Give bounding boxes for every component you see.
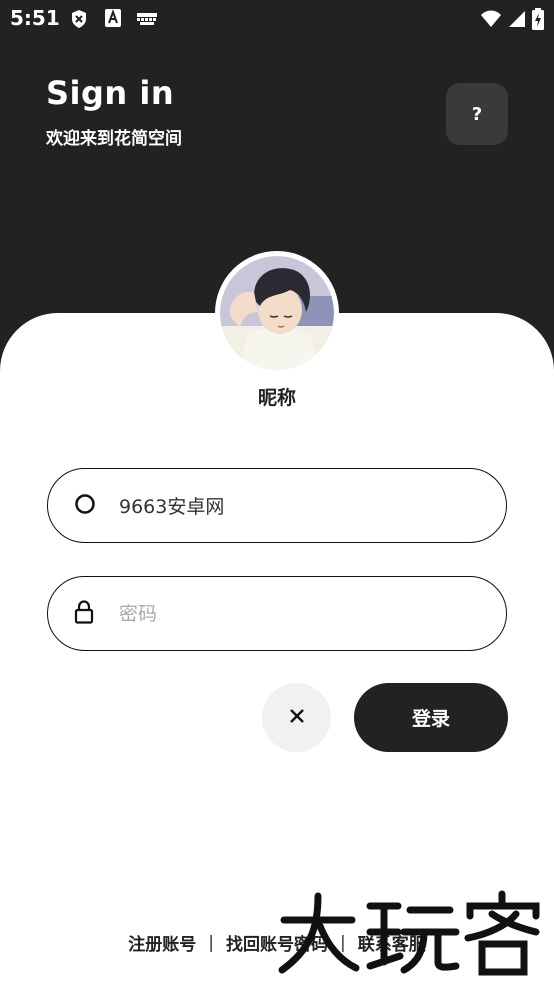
shield-x-icon <box>70 9 88 33</box>
avatar-illustration <box>220 256 334 370</box>
font-a-icon <box>105 9 121 31</box>
username-field[interactable] <box>47 468 507 543</box>
username-input[interactable] <box>119 494 482 517</box>
status-bar: 5:51 <box>0 0 554 38</box>
wifi-icon <box>480 10 502 32</box>
page-subtitle: 欢迎来到花简空间 <box>46 129 182 149</box>
password-input[interactable] <box>119 602 482 625</box>
register-link[interactable]: 注册账号 <box>128 930 196 955</box>
battery-charging-icon <box>532 8 544 34</box>
keyboard-icon <box>137 12 157 31</box>
login-button[interactable]: 登录 <box>354 683 508 752</box>
watermark-logo <box>270 888 554 982</box>
password-field[interactable] <box>47 576 507 651</box>
nickname-label: 昵称 <box>257 387 296 409</box>
page-title: Sign in <box>46 74 175 112</box>
avatar[interactable] <box>215 251 339 375</box>
lock-icon <box>74 599 94 628</box>
clear-button[interactable] <box>262 683 331 752</box>
help-button[interactable]: ? <box>446 83 508 145</box>
user-circle-icon <box>74 493 96 519</box>
footer-separator: | <box>208 932 214 953</box>
close-icon <box>289 708 305 728</box>
status-time: 5:51 <box>10 6 60 30</box>
signal-icon <box>508 10 526 32</box>
